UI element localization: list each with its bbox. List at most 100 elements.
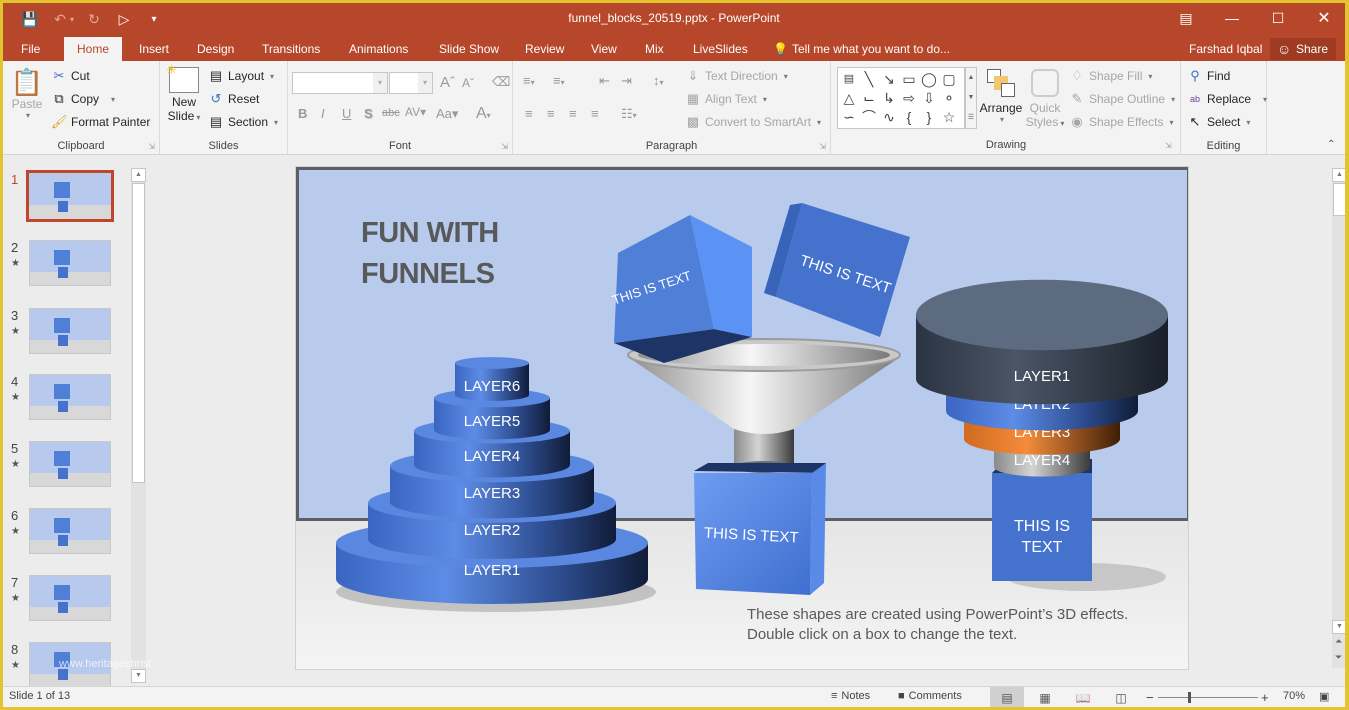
right-arrow-shape-icon[interactable]: ⇨ <box>900 89 918 107</box>
ribbon-display-options-icon[interactable]: ▤ <box>1163 3 1209 33</box>
change-case-icon[interactable]: Aa▾ <box>436 106 458 122</box>
columns-icon[interactable]: ☷▾ <box>621 106 637 122</box>
zoom-in-button[interactable]: + <box>1261 690 1269 705</box>
arc-shape-icon[interactable]: ⌒ <box>860 108 878 126</box>
zoom-level[interactable]: 70% <box>1283 690 1305 702</box>
tab-home[interactable]: Home <box>64 37 123 61</box>
paragraph-launcher-icon[interactable]: ⇲ <box>819 142 826 151</box>
convert-smartart-button[interactable]: ▩ Convert to SmartArt ▾ <box>685 114 821 130</box>
increase-indent-icon[interactable]: ⇥ <box>621 73 632 89</box>
font-name-dropdown-icon[interactable]: ▾ <box>373 73 387 93</box>
copy-button[interactable]: ⧉ Copy ▾ <box>51 91 115 107</box>
arrow-line-shape-icon[interactable]: ↘ <box>880 70 898 88</box>
character-spacing-icon[interactable]: AV▾ <box>405 105 426 119</box>
justify-icon[interactable]: ≡ <box>591 106 599 121</box>
gallery-down-icon[interactable]: ▼ <box>966 88 976 108</box>
bold-icon[interactable]: B <box>298 106 307 121</box>
text-shadow-icon[interactable]: S <box>364 106 373 121</box>
curve-shape-icon[interactable]: ∿ <box>880 108 898 126</box>
fit-to-window-button[interactable]: ▣ <box>1319 690 1329 703</box>
tell-me-box[interactable]: 💡 Tell me what you want to do... <box>773 37 950 61</box>
reset-button[interactable]: ↺ Reset <box>208 91 260 107</box>
slide-thumbnail[interactable] <box>29 240 111 286</box>
slide-thumbnail[interactable] <box>29 508 111 554</box>
editor-scroll-down-icon[interactable]: ▼ <box>1332 620 1345 634</box>
zoom-out-button[interactable]: − <box>1146 690 1154 705</box>
share-button[interactable]: ☺ Share <box>1270 38 1336 60</box>
align-right-icon[interactable]: ≡ <box>569 106 577 121</box>
slide-title[interactable]: FUN WITH FUNNELS <box>361 213 499 295</box>
freeform-shape-icon[interactable]: ⚬ <box>940 89 958 107</box>
normal-view-button[interactable]: ▤ <box>990 687 1024 707</box>
thumbnails-scroll-up-icon[interactable]: ▲ <box>131 168 146 182</box>
line-spacing-icon[interactable]: ↕▾ <box>653 73 664 88</box>
tab-liveslides[interactable]: LiveSlides <box>691 37 750 61</box>
align-left-icon[interactable]: ≡ <box>525 106 533 121</box>
font-size-combo[interactable]: ▾ <box>389 72 433 94</box>
scribble-shape-icon[interactable]: ∽ <box>840 108 858 126</box>
quick-styles-button[interactable]: Quick Styles ▾ <box>1025 69 1065 129</box>
shapes-gallery-scroll[interactable]: ▲ ▼ ☰ <box>965 67 977 129</box>
user-name[interactable]: Farshad Iqbal <box>1189 37 1262 61</box>
increase-font-size-icon[interactable]: Aˆ <box>440 74 455 91</box>
minimize-icon[interactable]: — <box>1209 3 1255 33</box>
text-direction-button[interactable]: ⇓ Text Direction ▾ <box>685 68 788 84</box>
tab-animations[interactable]: Animations <box>347 37 410 61</box>
thumbnails-scrollbar[interactable]: ▲ ▼ <box>131 168 146 683</box>
tab-insert[interactable]: Insert <box>137 37 171 61</box>
slide-caption[interactable]: These shapes are created using PowerPoin… <box>747 605 1128 645</box>
funnel-bottom-box[interactable]: THIS IS TEXT <box>694 463 826 595</box>
editor-scroll-thumb[interactable] <box>1333 183 1345 216</box>
zoom-slider-thumb[interactable] <box>1188 692 1192 703</box>
triangle-shape-icon[interactable]: △ <box>840 89 858 107</box>
elbow-arrow-shape-icon[interactable]: ↳ <box>880 89 898 107</box>
font-color-icon[interactable]: A▾ <box>476 105 491 123</box>
tab-view[interactable]: View <box>589 37 619 61</box>
shapes-gallery[interactable]: ▤ ╲ ↘ ▭ ◯ ▢ △ ⌙ ↳ ⇨ ⇩ ⚬ ∽ ⌒ ∿ { } ☆ <box>837 67 965 129</box>
rectangle-shape-icon[interactable]: ▭ <box>900 70 918 88</box>
slide-thumbnail[interactable] <box>29 575 111 621</box>
left-brace-shape-icon[interactable]: { <box>900 108 918 126</box>
slide-show-button[interactable]: ◫ <box>1104 687 1138 707</box>
shape-outline-button[interactable]: ✎ Shape Outline ▾ <box>1069 91 1176 107</box>
numbering-icon[interactable]: ≡▾ <box>553 73 565 88</box>
tab-review[interactable]: Review <box>523 37 566 61</box>
down-arrow-shape-icon[interactable]: ⇩ <box>920 89 938 107</box>
next-slide-icon[interactable]: ⏷ <box>1335 652 1342 663</box>
decrease-indent-icon[interactable]: ⇤ <box>599 73 610 89</box>
line-shape-icon[interactable]: ╲ <box>860 70 878 88</box>
slide-thumbnail[interactable] <box>29 308 111 354</box>
thumbnails-scroll-thumb[interactable] <box>132 183 145 483</box>
font-name-combo[interactable]: ▾ <box>292 72 388 94</box>
gallery-more-icon[interactable]: ☰ <box>966 108 976 128</box>
elbow-connector-shape-icon[interactable]: ⌙ <box>860 89 878 107</box>
pyramid-layer-6[interactable]: LAYER6 <box>455 357 529 401</box>
layer-funnel-stack[interactable]: LAYER4LAYER3LAYER2LAYER1 <box>916 279 1168 477</box>
notes-button[interactable]: ≡ Notes <box>831 690 870 702</box>
section-button[interactable]: ▤ Section ▾ <box>208 114 278 130</box>
editor-scroll-up-icon[interactable]: ▲ <box>1332 168 1345 182</box>
drawing-launcher-icon[interactable]: ⇲ <box>1165 141 1172 150</box>
slide-thumbnail[interactable] <box>29 374 111 420</box>
italic-icon[interactable]: I <box>321 106 325 121</box>
floating-cube-right[interactable]: THIS IS TEXT <box>764 203 910 337</box>
align-center-icon[interactable]: ≡ <box>547 106 555 121</box>
find-button[interactable]: ⚲ Find <box>1187 68 1230 84</box>
copy-dropdown-icon[interactable]: ▾ <box>111 95 115 104</box>
funnel-box-right[interactable]: THIS IS TEXT <box>992 459 1092 581</box>
star-shape-icon[interactable]: ☆ <box>940 108 958 126</box>
tab-transitions[interactable]: Transitions <box>260 37 322 61</box>
maximize-icon[interactable]: ☐ <box>1255 3 1301 33</box>
slide-canvas[interactable]: LAYER1 LAYER2 LAYER3 LAYER4 LAYER5 LAYER6 THI… <box>295 166 1189 670</box>
text-box-shape-icon[interactable]: ▤ <box>840 70 858 88</box>
shape-fill-button[interactable]: ♢ Shape Fill ▾ <box>1069 68 1152 84</box>
slide-sorter-view-button[interactable]: ▦ <box>1028 687 1062 707</box>
font-size-dropdown-icon[interactable]: ▾ <box>418 73 432 93</box>
right-brace-shape-icon[interactable]: } <box>920 108 938 126</box>
floating-cube-left[interactable]: THIS IS TEXT <box>610 215 752 363</box>
bullets-icon[interactable]: ≡▾ <box>523 73 535 88</box>
tab-mix[interactable]: Mix <box>643 37 666 61</box>
tab-slide-show[interactable]: Slide Show <box>437 37 501 61</box>
zoom-slider[interactable] <box>1158 692 1258 703</box>
slide-thumbnail[interactable] <box>29 441 111 487</box>
